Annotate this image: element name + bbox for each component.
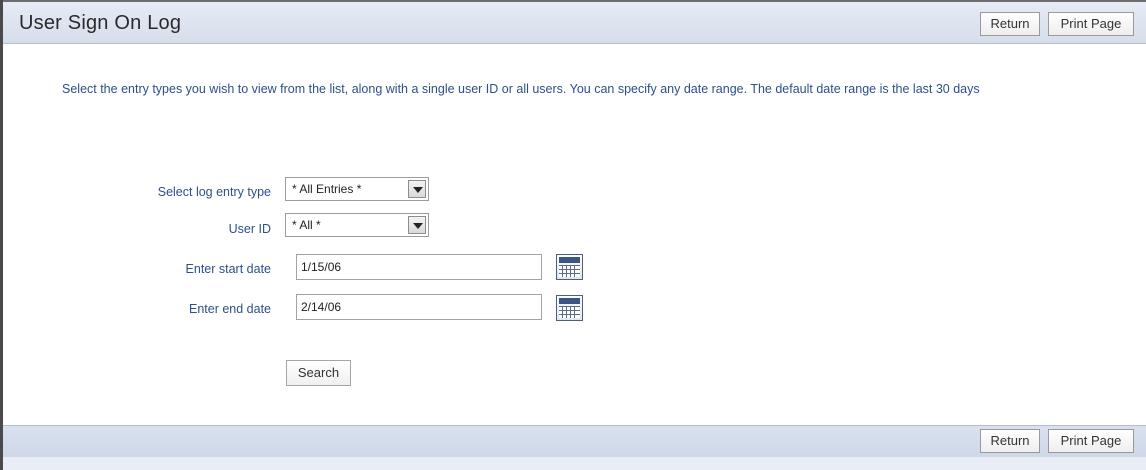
footer-strip [3, 457, 1146, 470]
user-id-selected-value: * All * [292, 218, 321, 232]
header-bar: User Sign On Log [3, 2, 1146, 44]
end-date-field[interactable] [296, 294, 542, 320]
calendar-icon[interactable] [556, 254, 583, 280]
log-type-selected-value: * All Entries * [292, 182, 362, 196]
return-button-top[interactable]: Return [980, 12, 1040, 36]
log-type-label: Select log entry type [157, 185, 271, 199]
intro-text: Select the entry types you wish to view … [62, 82, 980, 96]
return-button-bottom[interactable]: Return [980, 429, 1040, 453]
calendar-icon[interactable] [556, 295, 583, 321]
print-page-button-bottom[interactable]: Print Page [1048, 429, 1134, 453]
footer-bar [3, 425, 1146, 457]
start-date-field[interactable] [296, 254, 542, 280]
start-date-label: Enter start date [185, 262, 271, 276]
calendar-header-bar [559, 298, 580, 304]
page-title: User Sign On Log [19, 12, 182, 34]
window-left-border [0, 0, 3, 470]
print-page-button-top[interactable]: Print Page [1048, 12, 1134, 36]
user-id-label: User ID [228, 222, 271, 236]
chevron-down-icon[interactable] [408, 216, 426, 234]
calendar-grid [559, 306, 580, 318]
calendar-grid [559, 265, 580, 277]
search-button[interactable]: Search [286, 360, 351, 386]
user-id-select[interactable]: * All * [285, 213, 429, 237]
chevron-down-icon[interactable] [408, 180, 426, 198]
calendar-header-bar [559, 257, 580, 263]
log-type-select[interactable]: * All Entries * [285, 177, 429, 201]
end-date-label: Enter end date [188, 302, 271, 316]
